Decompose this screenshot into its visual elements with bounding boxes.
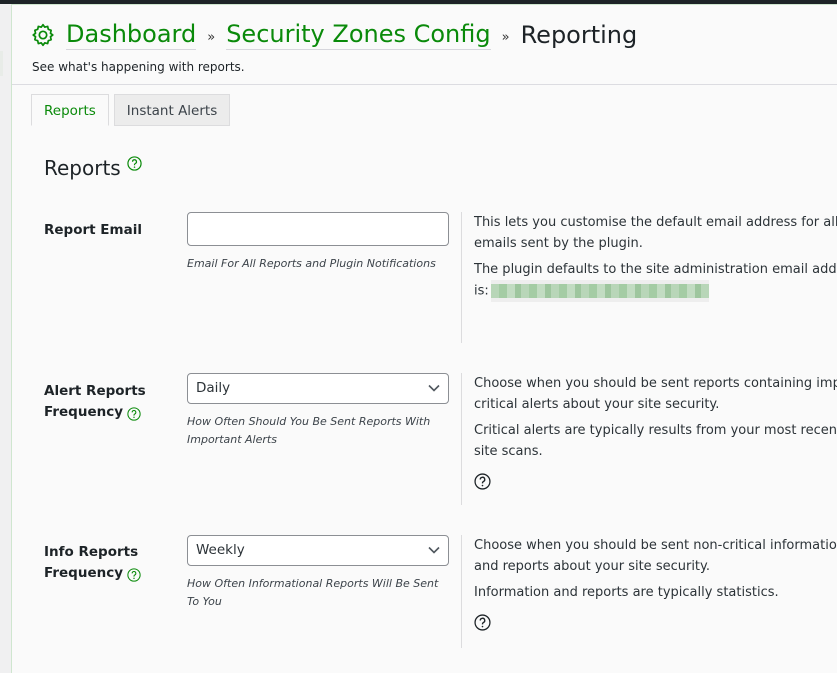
report-email-description: This lets you customise the default emai… [461, 212, 837, 343]
description-text: is: [474, 280, 837, 302]
description-text: The plugin defaults to the site administ… [474, 262, 837, 277]
info-frequency-field-wrap: Weekly How Often Informational Reports W… [187, 535, 449, 611]
chevron-down-icon [428, 384, 440, 392]
tab-instant-alerts[interactable]: Instant Alerts [113, 94, 231, 126]
help-icon[interactable] [127, 406, 141, 421]
breadcrumb-separator: » [207, 30, 216, 45]
main-panel: Dashboard » Security Zones Config » Repo… [11, 4, 837, 673]
help-icon[interactable] [474, 473, 491, 490]
alert-frequency-label: Alert Reports Frequency [44, 383, 146, 421]
selected-value: Daily [196, 380, 231, 396]
alert-frequency-field-wrap: Daily How Often Should You Be Sent Repor… [187, 373, 449, 449]
breadcrumb-separator: » [501, 30, 510, 45]
chevron-down-icon [428, 546, 440, 554]
description-text: Information and reports are typically st… [474, 585, 779, 600]
sidebar-nub [0, 51, 3, 76]
page-header: Dashboard » Security Zones Config » Repo… [12, 5, 837, 85]
gear-icon [30, 22, 56, 48]
section-title: Reports [44, 156, 121, 180]
description-text: This lets you customise the default emai… [474, 215, 837, 251]
help-icon[interactable] [474, 614, 491, 631]
breadcrumb-security-zones-link[interactable]: Security Zones Config [226, 19, 491, 50]
alert-frequency-hint: How Often Should You Be Sent Reports Wit… [187, 415, 431, 446]
info-frequency-label: Info Reports Frequency [44, 542, 141, 584]
selected-value: Weekly [196, 542, 245, 558]
info-frequency-description: Choose when you should be sent non-criti… [461, 535, 837, 648]
report-email-hint: Email For All Reports and Plugin Notific… [187, 257, 436, 270]
breadcrumb-dashboard-link[interactable]: Dashboard [66, 19, 197, 50]
description-text: Critical alerts are typically results fr… [474, 423, 837, 459]
tab-bar: Reports Instant Alerts [31, 94, 231, 126]
info-frequency-select[interactable]: Weekly [187, 535, 449, 566]
description-text: Choose when you should be sent non-criti… [474, 538, 837, 574]
report-email-input[interactable] [187, 212, 449, 246]
admin-sidebar-edge [0, 4, 11, 673]
breadcrumb: Dashboard » Security Zones Config » Repo… [30, 19, 637, 50]
page-title: Reporting [520, 20, 638, 49]
help-icon[interactable] [127, 567, 141, 582]
help-icon[interactable] [127, 155, 142, 171]
report-email-label: Report Email [44, 222, 142, 238]
alert-frequency-description: Choose when you should be sent reports c… [461, 373, 837, 505]
page-subtitle: See what's happening with reports. [32, 60, 245, 74]
tab-reports[interactable]: Reports [31, 94, 109, 126]
redacted-email [490, 280, 709, 302]
alert-frequency-select[interactable]: Daily [187, 373, 449, 404]
description-text: Choose when you should be sent reports c… [474, 376, 837, 412]
info-frequency-hint: How Often Informational Reports Will Be … [187, 577, 439, 608]
section-heading: Reports [44, 155, 142, 180]
report-email-field-wrap: Email For All Reports and Plugin Notific… [187, 212, 449, 273]
